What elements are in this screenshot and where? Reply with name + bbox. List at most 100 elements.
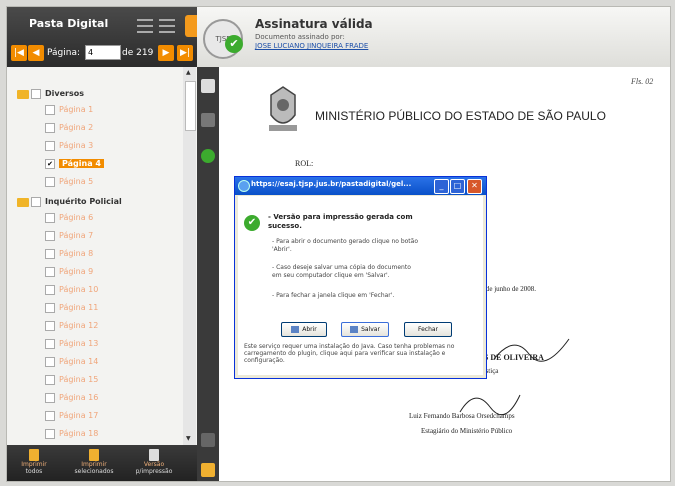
- document-icon[interactable]: [201, 79, 215, 93]
- last-page-button[interactable]: ▶|: [177, 45, 193, 61]
- popup-url: https://esaj.tjsp.jus.br/pastadigital/ge…: [251, 180, 412, 188]
- signature-bar: TJSP ✔ Assinatura válida Documento assin…: [197, 7, 670, 68]
- print-icon: [29, 449, 39, 461]
- zoom-icon[interactable]: [201, 149, 215, 163]
- app-frame: Pasta Digital |◀ ◀ Página: de 219 ▶ ▶| D…: [6, 6, 671, 482]
- browser-icon: [238, 180, 250, 192]
- success-message: - Versão para impressão gerada com suces…: [268, 213, 413, 230]
- scrollbar-thumb[interactable]: [185, 81, 196, 131]
- save-button[interactable]: Salvar: [341, 322, 389, 337]
- tree-section-diversos[interactable]: Diversos: [17, 87, 84, 101]
- folders-icon[interactable]: [201, 463, 215, 477]
- print-selected-icon: [89, 449, 99, 461]
- folder-icon: [17, 197, 29, 207]
- tree-page-item[interactable]: Página 18: [45, 427, 98, 441]
- tree-scrollbar[interactable]: ▲ ▼: [183, 67, 196, 445]
- tree-page-item[interactable]: Página 1: [45, 103, 93, 117]
- checkbox[interactable]: [45, 393, 55, 403]
- page-number-input[interactable]: [85, 45, 121, 60]
- left-panel: Pasta Digital |◀ ◀ Página: de 219 ▶ ▶| D…: [7, 7, 197, 481]
- page-tree: Diversos Página 1 Página 2 Página 3 ✔ Pág…: [7, 67, 183, 445]
- close-window-button[interactable]: ✕: [467, 179, 482, 194]
- printer-icon: [149, 449, 159, 461]
- tree-page-item[interactable]: Página 3: [45, 139, 93, 153]
- instruction-line: 'Abrir'.: [272, 246, 292, 253]
- folder-icon: [17, 89, 29, 99]
- tree-page-item[interactable]: Página 2: [45, 121, 93, 135]
- quote-icon[interactable]: [201, 113, 215, 127]
- print-all-button[interactable]: Imprimir todos: [9, 447, 59, 481]
- left-panel-footer: Imprimir todos Imprimir selecionados Ver…: [7, 445, 197, 481]
- print-selected-button[interactable]: Imprimir selecionados: [69, 447, 119, 481]
- tree-page-item[interactable]: Página 7: [45, 229, 93, 243]
- open-icon: [291, 326, 300, 333]
- checkbox[interactable]: [45, 123, 55, 133]
- save-icon: [350, 326, 359, 333]
- print-popup-window: https://esaj.tjsp.jus.br/pastadigital/ge…: [234, 176, 487, 379]
- checkbox[interactable]: [45, 105, 55, 115]
- tool-strip: [197, 67, 219, 481]
- tree-page-item[interactable]: Página 14: [45, 355, 98, 369]
- checkbox[interactable]: [45, 285, 55, 295]
- tree-section-inquerito[interactable]: Inquérito Policial: [17, 195, 122, 209]
- checkbox[interactable]: [31, 89, 41, 99]
- page-stamp: Fls. 02: [631, 77, 654, 86]
- checkbox[interactable]: [45, 321, 55, 331]
- tree-page-item-selected[interactable]: ✔ Página 4: [45, 157, 104, 171]
- tree-page-item[interactable]: Página 17: [45, 409, 98, 423]
- tree-page-item[interactable]: Página 13: [45, 337, 98, 351]
- list-view-icon[interactable]: [137, 19, 153, 33]
- print-version-button[interactable]: Versão p/impressão: [129, 447, 179, 481]
- checkbox-checked[interactable]: ✔: [45, 159, 55, 169]
- checkbox[interactable]: [45, 249, 55, 259]
- instruction-line: em seu computador clique em 'Salvar'.: [272, 272, 390, 279]
- checkbox[interactable]: [45, 231, 55, 241]
- document-intern-role: Estagiário do Ministério Público: [421, 427, 513, 435]
- checkbox[interactable]: [45, 213, 55, 223]
- close-button[interactable]: Fechar: [404, 322, 452, 337]
- checkbox[interactable]: [45, 141, 55, 151]
- tree-page-item[interactable]: Página 16: [45, 391, 98, 405]
- document-intern-name: Luiz Fernando Barbosa Orsedchamps: [409, 412, 515, 420]
- tree-page-item[interactable]: Página 12: [45, 319, 98, 333]
- checkbox[interactable]: [45, 303, 55, 313]
- open-button[interactable]: Abrir: [281, 322, 327, 337]
- next-page-button[interactable]: ▶: [158, 45, 174, 61]
- checkbox[interactable]: [45, 267, 55, 277]
- checkbox[interactable]: [45, 357, 55, 367]
- total-pages-label: de 219: [122, 48, 154, 58]
- checkbox[interactable]: [31, 197, 41, 207]
- tree-page-item[interactable]: Página 11: [45, 301, 98, 315]
- valid-check-icon: ✔: [225, 35, 243, 53]
- collapse-panel-button[interactable]: [185, 15, 197, 37]
- first-page-button[interactable]: |◀: [11, 45, 27, 61]
- panel-title: Pasta Digital: [29, 17, 109, 30]
- tree-page-item[interactable]: Página 5: [45, 175, 93, 189]
- document-header: MINISTÉRIO PÚBLICO DO ESTADO DE SÃO PAUL…: [315, 109, 606, 123]
- minimize-button[interactable]: _: [434, 179, 449, 194]
- tree-page-item[interactable]: Página 6: [45, 211, 93, 225]
- maximize-button[interactable]: □: [450, 179, 465, 194]
- checkbox[interactable]: [45, 375, 55, 385]
- checkbox[interactable]: [45, 429, 55, 439]
- tree-page-item[interactable]: Página 10: [45, 283, 98, 297]
- scroll-down-arrow[interactable]: ▼: [186, 435, 191, 442]
- checkbox[interactable]: [45, 177, 55, 187]
- checkbox[interactable]: [45, 411, 55, 421]
- success-check-icon: ✔: [244, 215, 260, 231]
- signature-scribble: [493, 338, 570, 362]
- tree-page-item[interactable]: Página 15: [45, 373, 98, 387]
- popup-body: ✔ - Versão para impressão gerada com suc…: [238, 196, 483, 375]
- scroll-up-arrow[interactable]: ▲: [186, 69, 191, 76]
- page-label: Página:: [47, 48, 81, 58]
- detail-view-icon[interactable]: [159, 19, 175, 33]
- tree-page-item[interactable]: Página 9: [45, 265, 93, 279]
- prev-page-button[interactable]: ◀: [28, 45, 44, 61]
- tree-page-item[interactable]: Página 8: [45, 247, 93, 261]
- popup-titlebar[interactable]: https://esaj.tjsp.jus.br/pastadigital/ge…: [235, 177, 486, 195]
- signer-link[interactable]: JOSE LUCIANO JINQUEIRA FRADE: [255, 42, 368, 50]
- java-note: Este serviço requer uma instalação do Ja…: [244, 343, 455, 364]
- left-panel-header: Pasta Digital |◀ ◀ Página: de 219 ▶ ▶|: [7, 7, 197, 67]
- checkbox[interactable]: [45, 339, 55, 349]
- attach-icon[interactable]: [201, 433, 215, 447]
